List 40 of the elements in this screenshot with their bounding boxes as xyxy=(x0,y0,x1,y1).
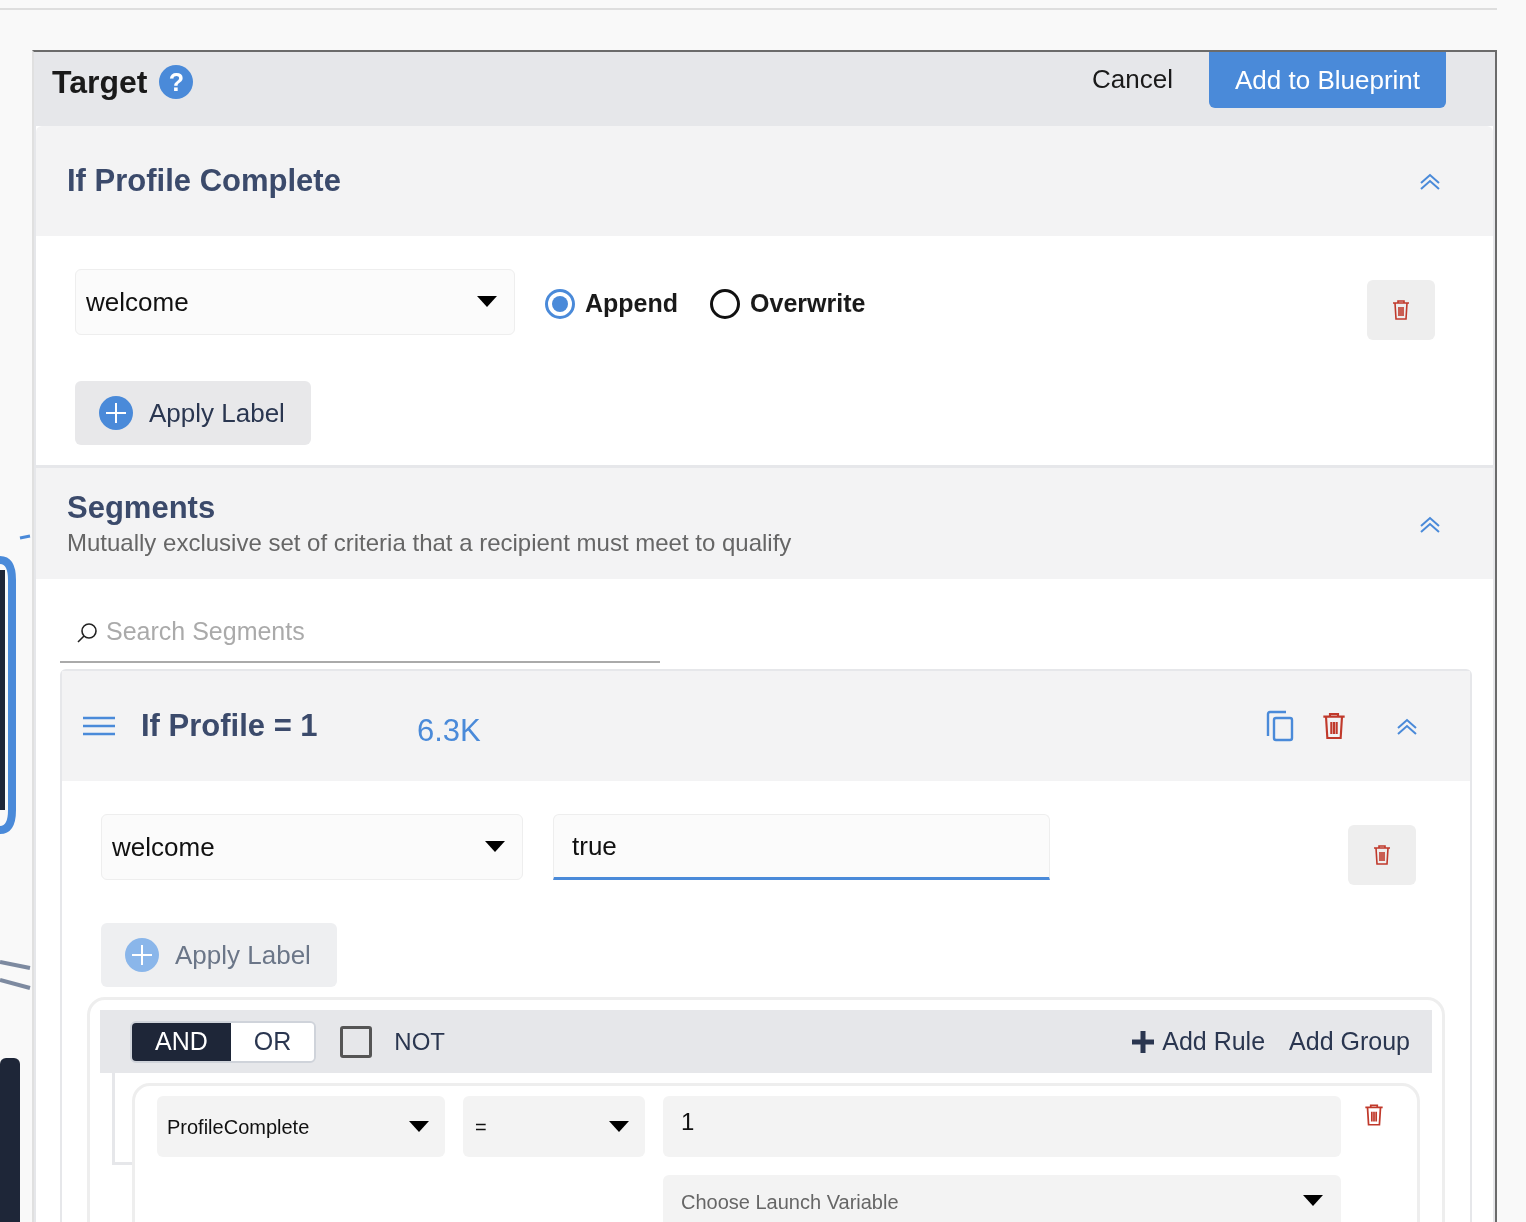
label-select[interactable]: welcome xyxy=(75,269,515,335)
combinator-toggle[interactable]: AND xyxy=(132,1022,231,1061)
add-to-blueprint-button[interactable]: Add to Blueprint xyxy=(1209,52,1446,108)
menu-icon[interactable] xyxy=(83,715,115,737)
caret-icon xyxy=(609,1120,629,1133)
add-rule-button[interactable]: Add Rule xyxy=(1132,1022,1266,1061)
mode-radio[interactable]: Overwrite xyxy=(710,285,866,323)
plus-icon xyxy=(1132,1030,1155,1053)
help-button[interactable]: ? xyxy=(159,65,194,99)
caret-icon xyxy=(1303,1195,1323,1207)
label-value-field[interactable]: true xyxy=(553,814,1050,880)
plus-icon xyxy=(125,938,159,972)
field-select[interactable]: ProfileComplete xyxy=(157,1096,445,1157)
not-label: NOT xyxy=(394,1026,445,1057)
delete-button[interactable] xyxy=(1348,825,1416,885)
section-title: Segments xyxy=(67,488,217,527)
caret-icon xyxy=(409,1120,429,1133)
rule-value-field[interactable]: 1 xyxy=(663,1096,1341,1157)
segment-title: If Profile = 1 xyxy=(141,706,319,745)
caret-icon xyxy=(485,841,505,853)
cancel-button[interactable]: Cancel xyxy=(1092,60,1173,99)
delete-button[interactable] xyxy=(1367,280,1435,340)
apply-label-button[interactable]: Apply Label xyxy=(75,381,311,445)
section-subtitle: Mutually exclusive set of criteria that a recipient must meet to qualify xyxy=(67,527,792,558)
operator-select[interactable]: = xyxy=(463,1096,645,1157)
section-title: If Profile Complete xyxy=(67,161,341,200)
launch-variable-select[interactable]: Choose Launch Variable xyxy=(663,1175,1341,1222)
copy-icon xyxy=(1266,710,1294,742)
dialog-title: Target xyxy=(52,63,148,102)
add-group-button[interactable]: Add Group xyxy=(1289,1022,1410,1061)
combinator-toggle[interactable]: OR xyxy=(230,1022,315,1061)
not-checkbox[interactable] xyxy=(340,1025,373,1058)
copy-button[interactable] xyxy=(1266,710,1294,742)
mode-radio[interactable]: Append xyxy=(545,285,679,323)
search-icon xyxy=(76,622,98,644)
plus-icon xyxy=(99,396,133,430)
search-field[interactable]: Search Segments xyxy=(60,601,660,663)
caret-icon xyxy=(477,296,497,308)
segment-count: 6.3K xyxy=(417,711,481,750)
label-select[interactable]: welcome xyxy=(101,814,523,880)
